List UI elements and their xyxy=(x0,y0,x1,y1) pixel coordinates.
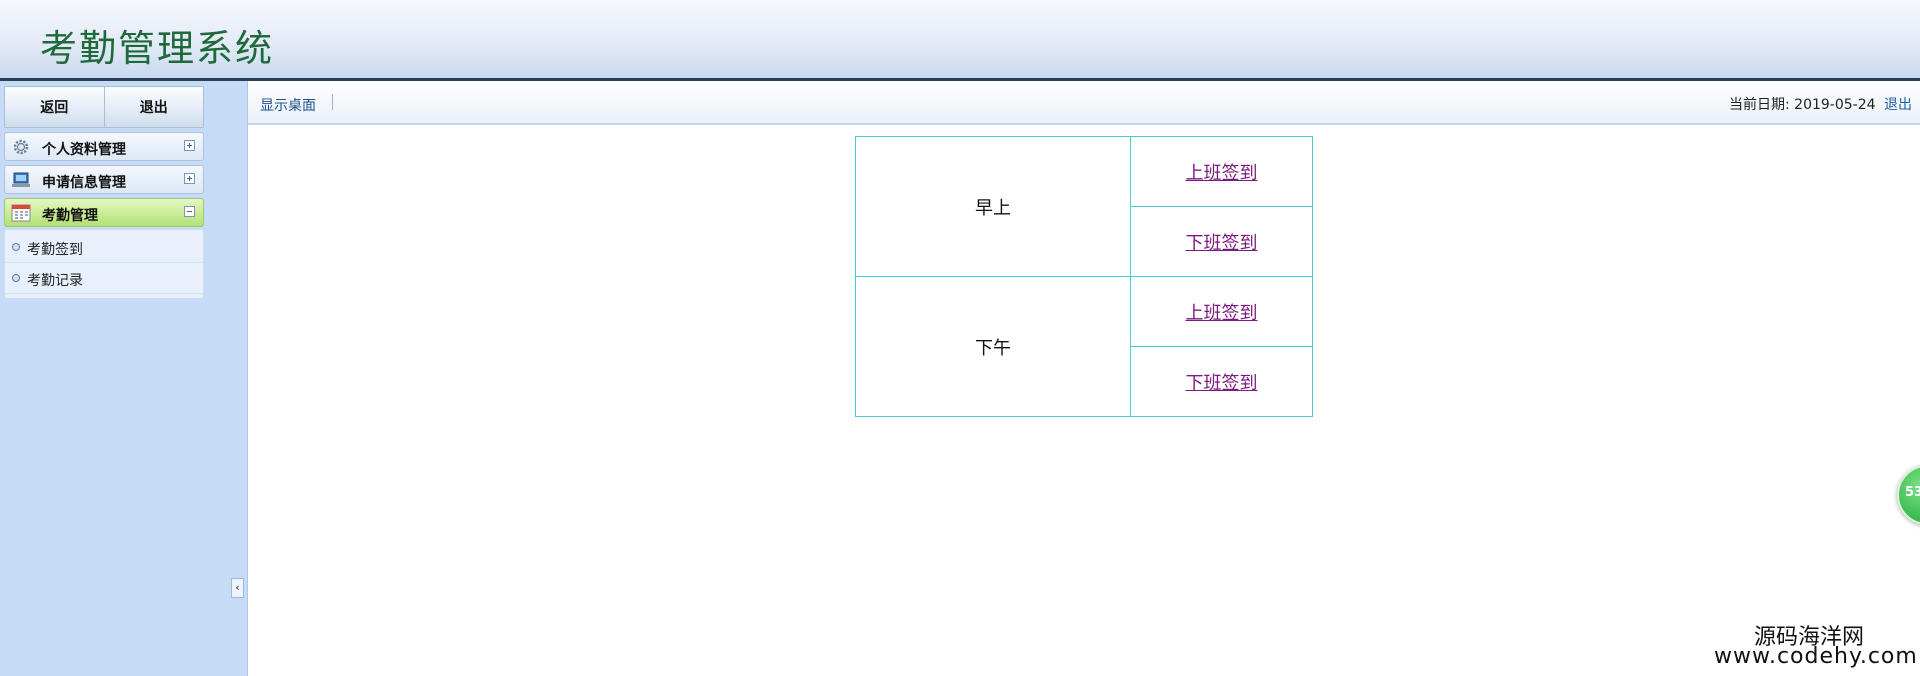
table-cell: 上班签到 xyxy=(1130,136,1313,207)
app-title: 考勤管理系统 xyxy=(40,27,274,70)
logout-button[interactable]: 退出 xyxy=(104,86,204,128)
bullet-icon xyxy=(12,274,20,282)
toolbar: 显示桌面 当前日期: 2019-05-24 退出 xyxy=(248,81,1920,125)
menu-group-attendance[interactable]: 考勤管理 xyxy=(4,198,204,227)
attendance-submenu: 考勤签到 考勤记录 xyxy=(4,229,204,299)
sidebar-item-attendance-records[interactable]: 考勤记录 xyxy=(5,263,203,294)
afternoon-checkin-link[interactable]: 上班签到 xyxy=(1186,303,1258,324)
afternoon-checkout-link[interactable]: 下班签到 xyxy=(1186,373,1258,394)
expand-icon[interactable] xyxy=(184,140,195,151)
toolbar-logout-link[interactable]: 退出 xyxy=(1884,97,1912,113)
expand-icon[interactable] xyxy=(184,173,195,184)
menu-group-personal-info[interactable]: 个人资料管理 xyxy=(4,132,204,161)
sidebar-menu: 返回 退出 个人资料管理 申请信息管理 考勤管理 考勤签到 考勤记录 xyxy=(4,86,204,299)
table-cell: 下班签到 xyxy=(1130,206,1313,277)
current-date: 2019-05-24 xyxy=(1794,97,1876,113)
period-afternoon: 下午 xyxy=(855,276,1131,417)
floating-badge-button[interactable]: 53 xyxy=(1897,465,1920,525)
sidebar-item-label: 考勤记录 xyxy=(27,273,83,289)
calendar-icon xyxy=(11,204,31,222)
gear-icon xyxy=(13,139,29,155)
table-cell: 上班签到 xyxy=(1130,276,1313,347)
bullet-icon xyxy=(12,243,20,251)
back-button[interactable]: 返回 xyxy=(4,86,105,128)
period-morning: 早上 xyxy=(855,136,1131,277)
app-header: 考勤管理系统 xyxy=(0,0,1920,81)
show-desktop-link[interactable]: 显示桌面 xyxy=(260,95,316,115)
sidebar-item-attendance-signin[interactable]: 考勤签到 xyxy=(5,232,203,263)
table-row: 早上 上班签到 xyxy=(855,136,1313,277)
table-cell: 下班签到 xyxy=(1130,346,1313,417)
chevron-left-icon: ‹ xyxy=(235,581,240,594)
attendance-table: 早上 上班签到 下班签到 下午 上班签到 下班签到 xyxy=(855,136,1313,417)
morning-checkin-link[interactable]: 上班签到 xyxy=(1186,163,1258,184)
sidebar-collapse-handle[interactable]: ‹ xyxy=(231,578,244,598)
sidebar-top-buttons: 返回 退出 xyxy=(4,86,204,128)
morning-checkout-link[interactable]: 下班签到 xyxy=(1186,233,1258,254)
menu-group-label: 申请信息管理 xyxy=(42,175,126,191)
watermark-url: www.codehy.com xyxy=(1714,644,1918,669)
date-label: 当前日期: xyxy=(1729,97,1790,113)
toolbar-divider xyxy=(332,94,333,110)
table-row: 下午 上班签到 xyxy=(855,276,1313,417)
sidebar-item-label: 考勤签到 xyxy=(27,242,83,258)
badge-count: 53 xyxy=(1905,485,1920,500)
date-area: 当前日期: 2019-05-24 退出 xyxy=(1729,94,1912,114)
menu-group-application-info[interactable]: 申请信息管理 xyxy=(4,165,204,194)
menu-group-label: 个人资料管理 xyxy=(42,142,126,158)
menu-group-label: 考勤管理 xyxy=(42,208,98,224)
collapse-icon[interactable] xyxy=(184,206,195,217)
computer-icon xyxy=(12,172,30,187)
sidebar: 返回 退出 个人资料管理 申请信息管理 考勤管理 考勤签到 考勤记录 ‹ xyxy=(0,81,248,676)
